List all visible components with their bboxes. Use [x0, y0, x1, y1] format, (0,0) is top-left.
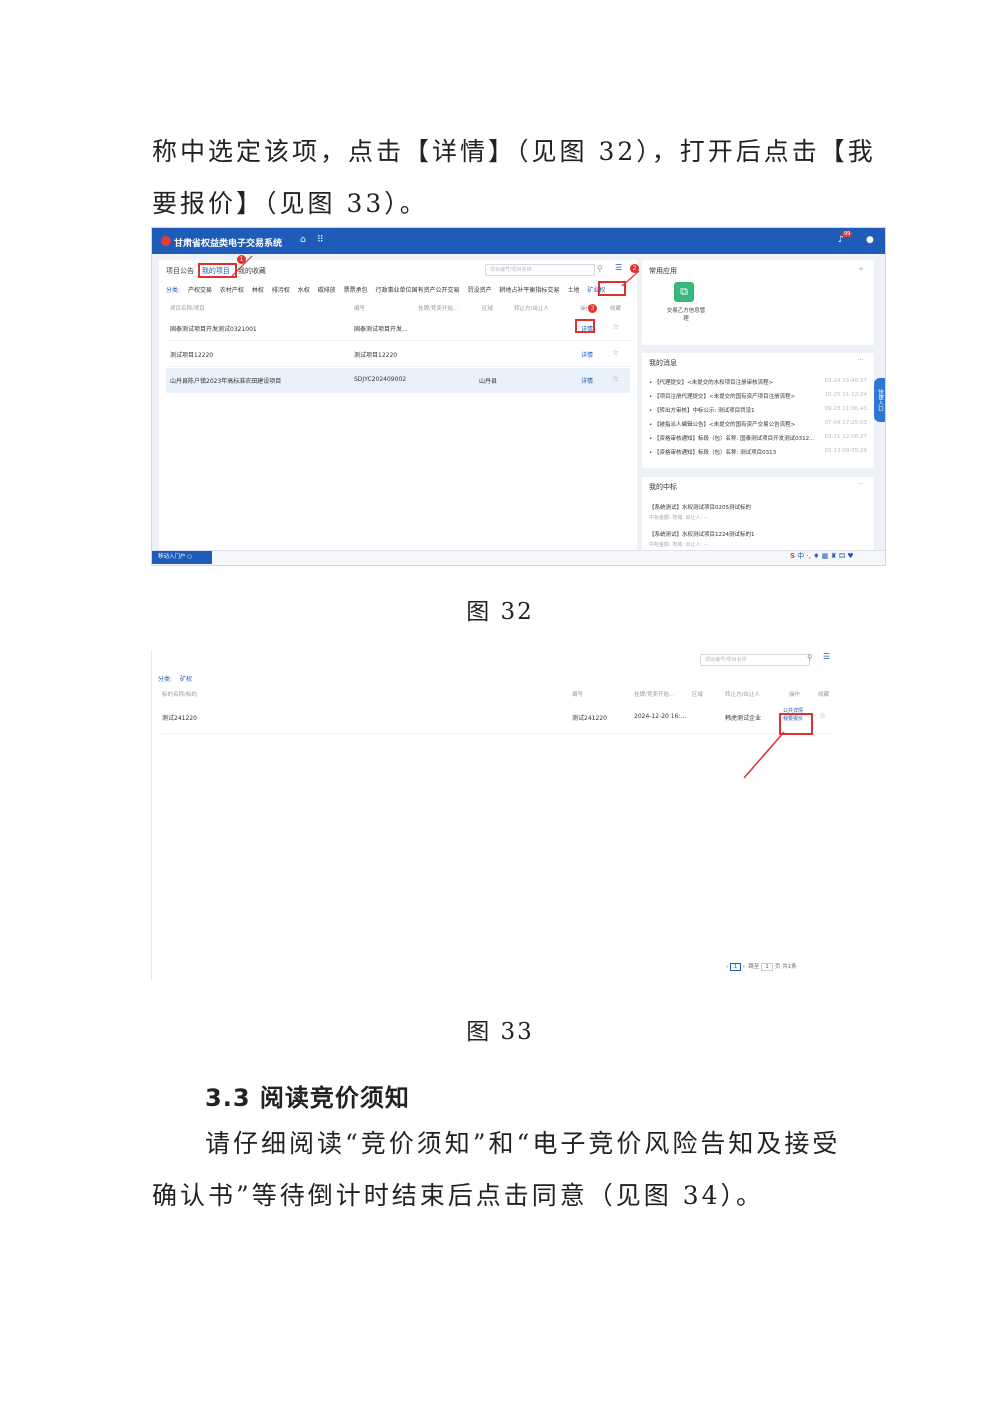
intro-line-1: 称中选定该项，点击【详情】（见图 32），打开后点击【我	[152, 137, 876, 166]
win-meta: 中标金额: 地域: 出让人: --	[649, 515, 708, 521]
message-time: 03-24 15:40:37	[824, 378, 867, 384]
message-item[interactable]: • 【被指派人编辑公告】<未提交的国有资产交易公告流程> 07-04 17:25:…	[649, 420, 871, 428]
project-name: 测试项目12220	[170, 352, 214, 359]
column-header: 编号	[354, 306, 366, 312]
figure-32-caption: 图 32	[466, 599, 534, 625]
section-line-1: 请仔细阅读“竞价须知”和“电子竞价风险告知及接受	[205, 1129, 841, 1158]
figure-33-screenshot: 项目编号/项目名称 ⚲ ☰ 分类: 矿权 标的名称/标的 编号 挂牌/竞卖开始.…	[151, 650, 838, 980]
win-item[interactable]: 【系统测试】水权测试项目0205测试标的	[649, 503, 751, 511]
message-item[interactable]: • 【代理提交】<未提交的水权项目注册审核流程> 03-24 15:40:37	[649, 378, 871, 386]
category-item[interactable]: 耕地占补平衡指标交易	[499, 287, 559, 294]
category-item[interactable]: 水权	[298, 287, 310, 294]
message-item[interactable]: • 【项目注册代理提交】<未提交的国有资产项目注册流程> 10-25 11:12:…	[649, 392, 871, 400]
message-time: 03-21 12:06:27	[824, 434, 867, 440]
project-code: SDJYC202409002	[354, 376, 407, 383]
system-tray: S 中 ·, ♦ ▦ ♜ ⚃ ♥	[790, 551, 854, 561]
prev-page-button[interactable]: ‹	[726, 964, 728, 970]
arrow-line	[621, 270, 640, 287]
column-header: 转让方/出让人	[514, 306, 549, 312]
more-icon[interactable]: ···	[857, 480, 864, 488]
section-line-2: 确认书”等待倒计时结束后点击同意（见图 34）。	[152, 1181, 765, 1210]
details-link[interactable]: 详情	[581, 376, 593, 385]
win-meta: 中标金额: 地域: 出让人: --	[649, 542, 708, 548]
table-row[interactable]: 山丹县陈户镇2023年高标准农田建设项目 SDJYC202409002 山丹县 …	[166, 368, 630, 393]
star-icon[interactable]: ☆	[612, 374, 619, 383]
goto-label: 跳至	[748, 964, 760, 970]
section-heading: 3.3 阅读竞价须知	[205, 1084, 410, 1112]
star-icon[interactable]: ☆	[612, 348, 619, 357]
message-item[interactable]: • 【转出方审核】中标公示: 测试项目罚没1 09-23 11:06:43	[649, 406, 871, 414]
page-unit: 页	[774, 964, 781, 970]
column-header: 项目名称/项目	[170, 306, 205, 312]
message-time: 07-04 17:25:03	[824, 420, 867, 426]
next-page-button[interactable]: ›	[743, 964, 745, 970]
table-header: 项目名称/项目 编号 挂牌/竞卖开始... 区域 转让方/出让人 操作 收藏	[166, 304, 630, 314]
arrow-line	[231, 255, 253, 277]
category-item[interactable]: 票票承包	[344, 287, 368, 294]
message-text: 【被指派人编辑公告】<未提交的国有资产交易公告流程>	[654, 422, 796, 428]
tray-icons: 中 ·, ♦ ▦ ♜ ⚃ ♥	[797, 552, 854, 560]
category-item[interactable]: 产权交易	[188, 287, 212, 294]
project-region: 山丹县	[479, 378, 498, 385]
category-item[interactable]: 碳排放	[318, 287, 336, 294]
annotation-arrow	[743, 731, 785, 779]
category-label: 分类:	[166, 287, 181, 294]
bottom-bar: 移动入门户 ○	[152, 550, 885, 565]
quick-entry-tab[interactable]: 快捷入口	[874, 378, 885, 422]
win-item[interactable]: 【系统测试】水权测试项目1224测试标的1	[649, 530, 755, 538]
category-item[interactable]: 土地	[567, 287, 579, 294]
wins-card: 我的中标 ··· 【系统测试】水权测试项目0205测试标的 中标金额: 地域: …	[642, 477, 874, 550]
more-icon[interactable]: ···	[857, 356, 864, 364]
table-row[interactable]: 国泰测试项目开发测试0321001 国泰测试项目开发... 详情 ☆	[166, 316, 630, 341]
category-item[interactable]: 排污权	[272, 287, 290, 294]
message-time: 03-13 09:35:29	[824, 448, 867, 454]
details-link[interactable]: 详情	[581, 350, 593, 359]
table-row[interactable]: 测试项目12220 测试项目12220 详情 ☆	[166, 342, 630, 367]
project-name: 山丹县陈户镇2023年高标准农田建设项目	[170, 378, 282, 385]
category-item[interactable]: 罚没资产	[467, 287, 491, 294]
message-item[interactable]: • 【资格审核通知】标段（包）名称: 测试项目0313 03-13 09:35:2…	[649, 448, 871, 456]
project-code: 测试项目12220	[354, 352, 398, 359]
figure-32-screenshot: 甘肃省权益类电子交易系统 ⌂ ⠿ ♪ 99 ● 项目公告 我的项目 我的收藏 1…	[151, 227, 886, 566]
app-label[interactable]: 交易乙方信息管理	[666, 306, 706, 322]
project-panel: 项目公告 我的项目 我的收藏 1 项目编号/项目名称 ⚲ ☰ 分类: 产权交易 …	[159, 255, 639, 550]
page-input[interactable]: 1	[761, 963, 774, 971]
total-count: 共1条	[782, 964, 797, 970]
category-item[interactable]: 农村产权	[220, 287, 244, 294]
message-text: 【资格审核通知】标段（包）名称: 测试项目0313	[654, 450, 777, 456]
annotation-arrows	[231, 255, 640, 287]
step-marker-3: 3	[588, 304, 597, 313]
column-header: 挂牌/竞卖开始...	[418, 306, 459, 312]
arrow-line	[743, 731, 785, 779]
messages-card: 我的消息 ··· • 【代理提交】<未提交的水权项目注册审核流程> 03-24 1…	[642, 353, 874, 468]
portal-button[interactable]: 移动入门户 ○	[152, 551, 212, 564]
highlight-box	[575, 319, 595, 333]
project-name: 国泰测试项目开发测试0321001	[170, 326, 257, 333]
ime-icon[interactable]: S	[790, 552, 795, 560]
project-code: 国泰测试项目开发...	[354, 326, 408, 333]
messages-title: 我的消息	[649, 359, 677, 367]
message-text: 【项目注册代理提交】<未提交的国有资产项目注册流程>	[654, 394, 796, 400]
message-text: 【资格审核通知】标段（包）名称: 国泰测试项目开发测试0312...	[654, 436, 815, 442]
figure-33-caption: 图 33	[466, 1019, 534, 1045]
message-text: 【代理提交】<未提交的水权项目注册审核流程>	[654, 380, 774, 386]
category-item[interactable]: 行政事业单位国有资产公开交易	[376, 287, 460, 294]
message-time: 09-23 11:06:43	[824, 406, 867, 412]
message-item[interactable]: • 【资格审核通知】标段（包）名称: 国泰测试项目开发测试0312... 03-2…	[649, 434, 871, 442]
column-header: 收藏	[610, 306, 622, 312]
pagination: ‹ 1 › 跳至 1 页 共1条	[726, 962, 797, 971]
column-header: 区域	[482, 306, 494, 312]
wins-title: 我的中标	[649, 483, 677, 491]
message-text: 【转出方审核】中标公示: 测试项目罚没1	[654, 408, 755, 414]
page-number[interactable]: 1	[729, 963, 741, 971]
message-time: 10-25 11:12:24	[824, 392, 867, 398]
category-item[interactable]: 林权	[252, 287, 264, 294]
star-icon[interactable]: ☆	[612, 322, 619, 331]
intro-line-2: 要报价】（见图 33）。	[152, 189, 428, 218]
